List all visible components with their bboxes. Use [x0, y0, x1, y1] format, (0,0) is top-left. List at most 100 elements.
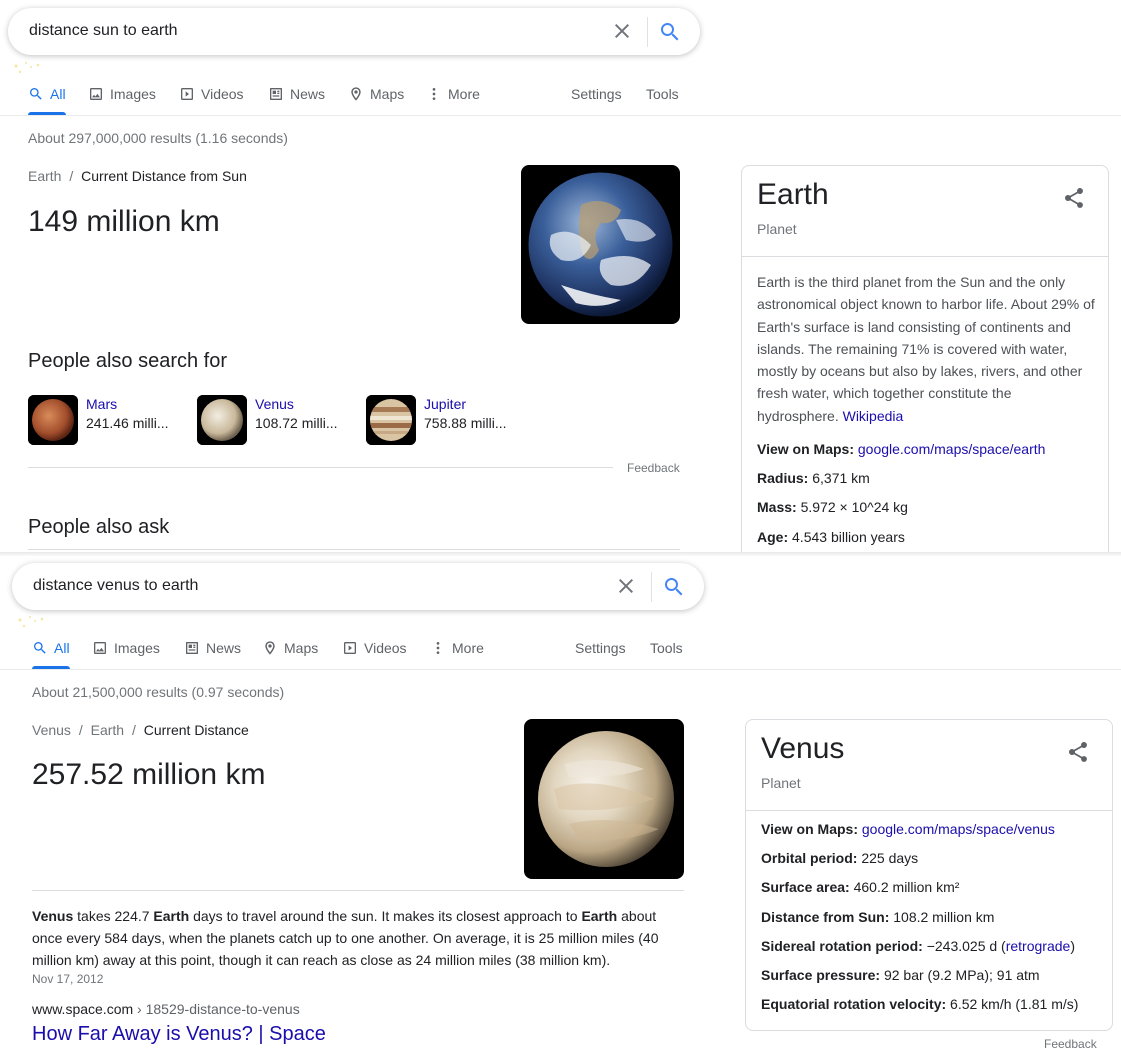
- answer-value: 149 million km: [28, 205, 220, 238]
- sparkle-dots-icon: [14, 62, 40, 74]
- kp-fact-radius: Radius: 6,371 km: [757, 470, 870, 487]
- breadcrumb-current: Current Distance from Sun: [81, 168, 247, 184]
- breadcrumb-separator: /: [78, 722, 83, 738]
- more-vert-icon: [436, 642, 440, 654]
- search-separator: [651, 572, 652, 602]
- map-pin-icon: [265, 641, 275, 655]
- search-icon[interactable]: [658, 20, 682, 44]
- jupiter-thumbnail: [366, 395, 416, 445]
- search-icon[interactable]: [662, 575, 686, 599]
- also-search-item-venus[interactable]: Venus 108.72 milli...: [197, 395, 337, 445]
- people-also-ask-title: People also ask: [28, 516, 170, 538]
- tab-news[interactable]: News: [268, 84, 325, 104]
- kp-subtitle: Planet: [761, 775, 801, 791]
- mars-thumbnail: [28, 395, 78, 445]
- snippet-divider: [32, 890, 684, 891]
- search-input[interactable]: distance venus to earth: [33, 577, 198, 595]
- earth-image[interactable]: [521, 165, 680, 324]
- earth-globe-icon: [528, 172, 673, 317]
- kp-fact-rotation-velocity: Equatorial rotation velocity: 6.52 km/h …: [761, 996, 1079, 1013]
- kp-divider: [742, 256, 1108, 257]
- breadcrumb-earth[interactable]: Earth: [28, 168, 61, 184]
- people-also-ask-divider: [28, 549, 680, 550]
- kp-subtitle: Planet: [757, 221, 797, 237]
- also-search-name[interactable]: Jupiter: [424, 395, 506, 414]
- tab-maps[interactable]: Maps: [262, 638, 318, 658]
- video-icon: [181, 88, 193, 100]
- image-icon: [90, 88, 102, 100]
- also-search-name[interactable]: Mars: [86, 395, 168, 414]
- breadcrumb: Earth / Current Distance from Sun: [28, 168, 247, 184]
- tabs-divider: [0, 115, 1121, 116]
- maps-link[interactable]: google.com/maps/space/venus: [862, 821, 1055, 837]
- clear-icon[interactable]: [614, 574, 638, 598]
- venus-thumbnail: [197, 395, 247, 445]
- cite-domain: www.space.com: [32, 1001, 134, 1017]
- retrograde-link[interactable]: retrograde: [1006, 938, 1071, 954]
- search-tabs: All Images Videos News Maps More Setting…: [28, 84, 1121, 116]
- search-tabs: All Images News Maps Videos More Setting…: [32, 638, 1121, 670]
- feedback-link[interactable]: Feedback: [627, 461, 680, 475]
- tab-all[interactable]: All: [28, 84, 66, 104]
- venus-globe-icon: [538, 731, 674, 867]
- kp-fact-age: Age: 4.543 billion years: [757, 528, 905, 545]
- search-box[interactable]: distance sun to earth: [8, 8, 700, 55]
- clear-icon[interactable]: [610, 19, 634, 43]
- breadcrumb-separator: /: [131, 722, 136, 738]
- tools-link[interactable]: Tools: [646, 84, 679, 104]
- tab-videos[interactable]: Videos: [179, 84, 244, 104]
- maps-link[interactable]: google.com/maps/space/earth: [858, 441, 1046, 457]
- tab-news[interactable]: News: [184, 638, 241, 658]
- share-icon[interactable]: [1066, 740, 1090, 764]
- answer-value: 257.52 million km: [32, 758, 266, 791]
- tab-more[interactable]: More: [430, 638, 484, 658]
- kp-fact-distance-from-sun: Distance from Sun: 108.2 million km: [761, 908, 995, 925]
- more-vert-icon: [432, 88, 436, 100]
- image-icon: [94, 642, 106, 654]
- kp-fact-sidereal-rotation: Sidereal rotation period: −243.025 d (re…: [761, 937, 1075, 954]
- news-icon: [270, 88, 282, 100]
- tab-videos[interactable]: Videos: [342, 638, 407, 658]
- feedback-divider: [28, 467, 613, 468]
- wikipedia-link[interactable]: Wikipedia: [843, 408, 904, 424]
- search-separator: [647, 17, 648, 47]
- also-search-item-mars[interactable]: Mars 241.46 milli...: [28, 395, 168, 445]
- video-icon: [344, 642, 356, 654]
- tab-maps[interactable]: Maps: [348, 84, 404, 104]
- tools-link[interactable]: Tools: [650, 638, 683, 658]
- result-title-link[interactable]: How Far Away is Venus? | Space: [32, 1023, 326, 1046]
- tab-all[interactable]: All: [32, 638, 70, 658]
- settings-link[interactable]: Settings: [575, 638, 626, 658]
- also-search-value: 108.72 milli...: [255, 415, 338, 431]
- cite-path: › 18529-distance-to-venus: [133, 1001, 300, 1017]
- search-box[interactable]: distance venus to earth: [12, 563, 704, 610]
- search-results-venus: distance venus to earth All Images News …: [0, 556, 1121, 1056]
- result-cite: www.space.com › 18529-distance-to-venus: [32, 1001, 300, 1017]
- feedback-link[interactable]: Feedback: [1044, 1037, 1097, 1051]
- breadcrumb-earth[interactable]: Earth: [91, 722, 124, 738]
- settings-link[interactable]: Settings: [571, 84, 622, 104]
- share-icon[interactable]: [1062, 186, 1086, 210]
- search-icon: [30, 88, 42, 100]
- kp-title: Venus: [761, 732, 845, 765]
- people-also-search-title: People also search for: [28, 350, 228, 372]
- breadcrumb-separator: /: [69, 168, 74, 184]
- kp-facts: View on Maps: google.com/maps/space/eart…: [757, 439, 1102, 554]
- result-stats: About 297,000,000 results (1.16 seconds): [28, 130, 288, 146]
- tab-images[interactable]: Images: [92, 638, 160, 658]
- kp-fact-orbital-period: Orbital period: 225 days: [761, 850, 919, 867]
- kp-fact-surface-area: Surface area: 460.2 million km²: [761, 879, 960, 896]
- also-search-name[interactable]: Venus: [255, 395, 337, 414]
- tab-images[interactable]: Images: [88, 84, 156, 104]
- knowledge-panel-earth: Earth Planet Earth is the third planet f…: [741, 165, 1109, 554]
- tab-more[interactable]: More: [426, 84, 480, 104]
- also-search-item-jupiter[interactable]: Jupiter 758.88 milli...: [366, 395, 506, 445]
- search-input[interactable]: distance sun to earth: [29, 22, 178, 40]
- kp-facts: View on Maps: google.com/maps/space/venu…: [761, 819, 1106, 1023]
- knowledge-panel-venus: Venus Planet View on Maps: google.com/ma…: [745, 719, 1113, 1031]
- map-pin-icon: [351, 87, 361, 101]
- venus-image[interactable]: [524, 719, 684, 879]
- breadcrumb-venus[interactable]: Venus: [32, 722, 71, 738]
- sparkle-dots-icon: [18, 616, 44, 628]
- kp-fact-maps: View on Maps: google.com/maps/space/eart…: [757, 441, 1046, 457]
